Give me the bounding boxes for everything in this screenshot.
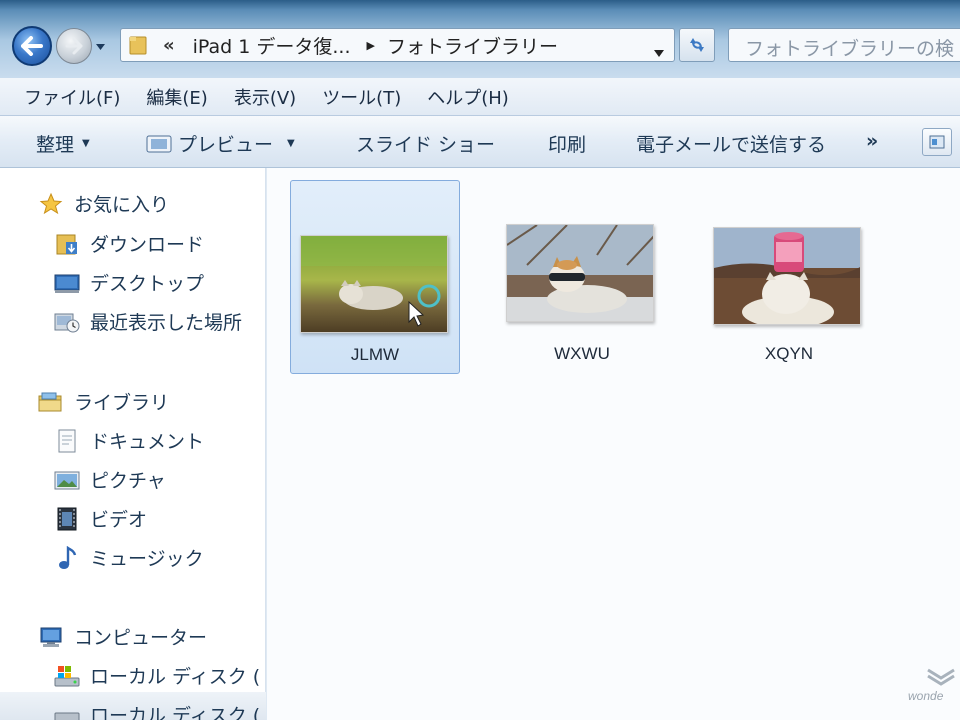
file-tile-xqyn[interactable]: XQYN bbox=[704, 180, 874, 374]
preview-button[interactable]: プレビュー ▼ bbox=[146, 130, 295, 157]
watermark-logo: wonde bbox=[908, 668, 960, 720]
menu-view[interactable]: 表示(V) bbox=[234, 84, 296, 110]
menu-edit[interactable]: 編集(E) bbox=[146, 84, 207, 110]
breadcrumb-separator-icon[interactable]: ▶ bbox=[367, 39, 375, 52]
organize-button[interactable]: 整理 ▼ bbox=[36, 130, 90, 157]
menu-bar: ファイル(F) 編集(E) 表示(V) ツール(T) ヘルプ(H) bbox=[0, 78, 960, 116]
arrow-right-icon bbox=[65, 37, 83, 55]
file-name: JLMW bbox=[350, 345, 400, 364]
watermark-text: wonde bbox=[908, 689, 944, 703]
nav-label: ミュージック bbox=[90, 548, 204, 570]
folder-icon bbox=[129, 35, 147, 55]
preview-label: プレビュー bbox=[178, 134, 274, 156]
nav-label: ドキュメント bbox=[90, 431, 205, 453]
breadcrumb-item[interactable]: iPad 1 データ復... bbox=[193, 32, 351, 59]
preview-icon bbox=[146, 135, 172, 152]
nav-label: コンピューター bbox=[74, 627, 208, 649]
nav-label: ローカル ディスク ( bbox=[90, 705, 261, 720]
address-dropdown[interactable] bbox=[654, 40, 664, 62]
nav-label: デスクトップ bbox=[90, 273, 205, 295]
pictures-icon bbox=[54, 468, 80, 492]
hard-drive-icon bbox=[54, 703, 80, 720]
email-button[interactable]: 電子メールで送信する bbox=[636, 130, 826, 157]
chevron-down-icon bbox=[654, 50, 664, 57]
photo-thumbnail bbox=[300, 235, 448, 333]
downloads-folder-icon bbox=[54, 232, 80, 256]
desktop-icon bbox=[54, 271, 80, 295]
print-button[interactable]: 印刷 bbox=[548, 130, 586, 157]
breadcrumb-item[interactable]: フォトライブラリー bbox=[387, 32, 558, 59]
document-icon bbox=[54, 429, 80, 453]
photo-thumbnail bbox=[713, 227, 861, 325]
nav-label: ライブラリ bbox=[74, 392, 170, 414]
file-tile-jlmw[interactable]: JLMW bbox=[290, 180, 460, 374]
chevron-down-icon: ▼ bbox=[82, 138, 90, 149]
library-icon bbox=[38, 390, 64, 414]
watermark-icon bbox=[927, 668, 955, 686]
nav-item-downloads[interactable]: ダウンロード bbox=[54, 230, 204, 257]
back-button[interactable] bbox=[12, 26, 52, 66]
hard-drive-icon bbox=[54, 664, 80, 688]
file-tile-wxwu[interactable]: WXWU bbox=[497, 180, 667, 374]
file-name: WXWU bbox=[554, 344, 610, 363]
nav-label: ピクチャ bbox=[90, 470, 166, 492]
nav-favorites[interactable]: お気に入り bbox=[38, 190, 169, 217]
forward-button[interactable] bbox=[56, 28, 92, 64]
nav-item-documents[interactable]: ドキュメント bbox=[54, 427, 204, 454]
video-icon bbox=[54, 507, 80, 531]
nav-item-recent-places[interactable]: 最近表示した場所 bbox=[54, 308, 242, 335]
more-commands-button[interactable]: » bbox=[866, 130, 878, 152]
change-view-button[interactable] bbox=[922, 128, 952, 156]
star-icon bbox=[38, 192, 64, 216]
nav-computer[interactable]: コンピューター bbox=[38, 623, 207, 650]
arrow-left-icon bbox=[21, 36, 43, 56]
computer-icon bbox=[38, 625, 64, 649]
organize-label: 整理 bbox=[36, 134, 75, 156]
file-list: JLMW WXWU XQYN bbox=[267, 168, 960, 720]
address-bar[interactable]: « iPad 1 データ復... ▶ フォトライブラリー bbox=[120, 28, 675, 62]
nav-item-desktop[interactable]: デスクトップ bbox=[54, 269, 204, 296]
photo-thumbnail bbox=[506, 224, 654, 322]
nav-label: ビデオ bbox=[90, 509, 148, 531]
nav-item-videos[interactable]: ビデオ bbox=[54, 505, 147, 532]
view-icon bbox=[929, 135, 945, 149]
command-bar: 整理 ▼ プレビュー ▼ スライド ショー 印刷 電子メールで送信する » bbox=[0, 116, 960, 168]
nav-label: お気に入り bbox=[74, 194, 170, 216]
chevron-down-icon bbox=[95, 44, 105, 50]
nav-label: 最近表示した場所 bbox=[90, 312, 243, 334]
recent-places-icon bbox=[54, 310, 80, 334]
slideshow-button[interactable]: スライド ショー bbox=[356, 130, 495, 157]
refresh-icon bbox=[690, 38, 704, 52]
menu-help[interactable]: ヘルプ(H) bbox=[427, 84, 509, 110]
title-bar: « iPad 1 データ復... ▶ フォトライブラリー フォトライブラリーの検 bbox=[0, 0, 960, 78]
refresh-button[interactable] bbox=[679, 28, 715, 62]
nav-label: ローカル ディスク ( bbox=[90, 666, 261, 688]
nav-item-music[interactable]: ミュージック bbox=[54, 544, 204, 571]
music-note-icon bbox=[54, 545, 80, 570]
nav-label: ダウンロード bbox=[90, 234, 205, 256]
recent-pages-dropdown[interactable] bbox=[93, 40, 107, 54]
breadcrumb-overflow[interactable]: « bbox=[163, 35, 175, 56]
menu-file[interactable]: ファイル(F) bbox=[24, 84, 120, 110]
chevron-down-icon: ▼ bbox=[287, 138, 295, 149]
nav-item-pictures[interactable]: ピクチャ bbox=[54, 466, 166, 493]
file-name: XQYN bbox=[764, 344, 814, 363]
nav-libraries[interactable]: ライブラリ bbox=[38, 388, 169, 415]
menu-tools[interactable]: ツール(T) bbox=[322, 84, 401, 110]
nav-item-local-disk[interactable]: ローカル ディスク ( bbox=[54, 662, 260, 689]
navigation-pane: お気に入り ダウンロード デスクトップ 最近表示した場所 ライブラリ ドキュメン… bbox=[0, 168, 266, 720]
nav-item-local-disk[interactable]: ローカル ディスク ( bbox=[54, 701, 260, 720]
search-input[interactable]: フォトライブラリーの検 bbox=[728, 28, 960, 62]
